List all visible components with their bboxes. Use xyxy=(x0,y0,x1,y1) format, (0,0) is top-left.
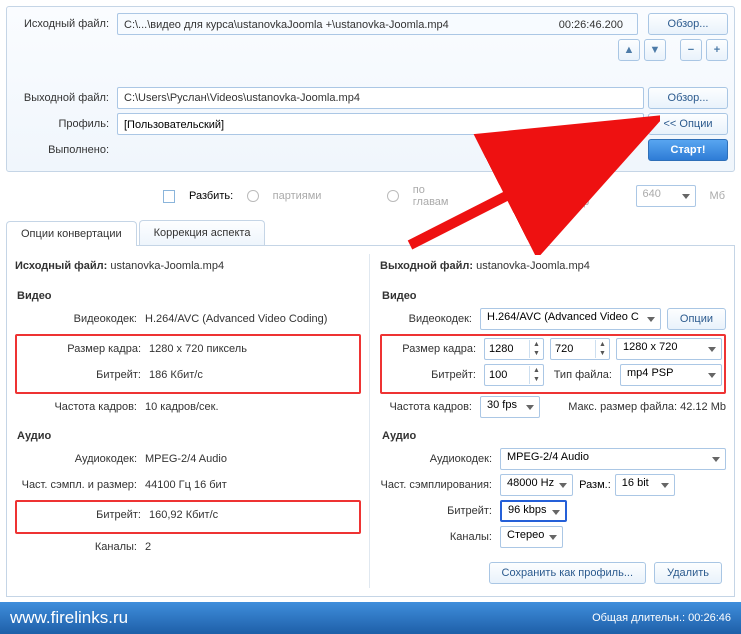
split-chapters-label: по главам xyxy=(413,184,461,208)
split-label: Разбить: xyxy=(189,190,233,202)
split-size-select: 640 xyxy=(636,185,696,207)
output-audio-header: Аудио xyxy=(380,422,726,448)
output-codec-select[interactable]: H.264/AVC (Advanced Video C xyxy=(480,308,661,330)
source-video-header: Видео xyxy=(15,282,361,308)
options-button[interactable]: << Опции xyxy=(648,113,728,135)
output-channels-select[interactable]: Стерео xyxy=(500,526,563,548)
output-width-spin[interactable]: ▲▼ xyxy=(484,338,544,360)
split-limit-label: лимит. размер xyxy=(552,184,621,208)
split-chapters-radio xyxy=(387,190,398,202)
output-panel-title: Выходной файл: ustanovka-Joomla.mp4 xyxy=(380,254,726,282)
save-profile-button[interactable]: Сохранить как профиль... xyxy=(489,562,646,584)
split-batches-radio xyxy=(247,190,258,202)
profile-label: Профиль: xyxy=(13,118,113,130)
tab-convert-options[interactable]: Опции конвертации xyxy=(6,221,137,246)
split-mb-label: Мб xyxy=(710,190,725,202)
split-checkbox[interactable] xyxy=(163,190,175,203)
browse-source-button[interactable]: Обзор... xyxy=(648,13,728,35)
profile-select[interactable]: [Пользовательский] xyxy=(117,113,644,135)
source-audio-bitrate: 160,92 Кбит/с xyxy=(149,509,218,521)
output-file-label: Выходной файл: xyxy=(13,92,113,104)
output-preset-select[interactable]: 1280 x 720 xyxy=(616,338,722,360)
codec-options-button[interactable]: Опции xyxy=(667,308,726,330)
move-down-button[interactable]: ▼ xyxy=(644,39,666,61)
source-frame-size: 1280 x 720 пиксель xyxy=(149,343,247,355)
done-label: Выполнено: xyxy=(13,144,113,156)
source-audio-header: Аудио xyxy=(15,422,361,448)
source-file-field: C:\...\видео для курса\ustanovkaJoomla +… xyxy=(117,13,638,35)
source-bitrate: 186 Кбит/с xyxy=(149,369,203,381)
remove-button[interactable]: − xyxy=(680,39,702,61)
output-filetype-select[interactable]: mp4 PSP xyxy=(620,364,722,386)
split-batches-label: партиями xyxy=(273,190,322,202)
output-sample-select[interactable]: 48000 Hz xyxy=(500,474,573,496)
output-fps-select[interactable]: 30 fps xyxy=(480,396,540,418)
move-up-button[interactable]: ▲ xyxy=(618,39,640,61)
source-file-label: Исходный файл: xyxy=(13,18,113,30)
footer-duration: Общая длительн.: 00:26:46 xyxy=(592,612,731,624)
add-button[interactable]: + xyxy=(706,39,728,61)
output-bitdepth-select[interactable]: 16 bit xyxy=(615,474,675,496)
browse-output-button[interactable]: Обзор... xyxy=(648,87,728,109)
output-acodec-select[interactable]: MPEG-2/4 Audio xyxy=(500,448,726,470)
footer-url: www.firelinks.ru xyxy=(10,608,128,628)
delete-profile-button[interactable]: Удалить xyxy=(654,562,722,584)
source-duration: 00:26:46.200 xyxy=(551,16,631,32)
source-panel-title: Исходный файл: ustanovka-Joomla.mp4 xyxy=(15,254,361,282)
output-bitrate-spin[interactable]: ▲▼ xyxy=(484,364,544,386)
output-file-field[interactable] xyxy=(117,87,644,109)
output-abitrate-select[interactable]: 96 kbps xyxy=(500,500,567,522)
output-video-header: Видео xyxy=(380,282,726,308)
start-button[interactable]: Старт! xyxy=(648,139,728,161)
output-height-spin[interactable]: ▲▼ xyxy=(550,338,610,360)
tab-aspect-correction[interactable]: Коррекция аспекта xyxy=(139,220,266,245)
split-limit-radio xyxy=(527,190,538,202)
